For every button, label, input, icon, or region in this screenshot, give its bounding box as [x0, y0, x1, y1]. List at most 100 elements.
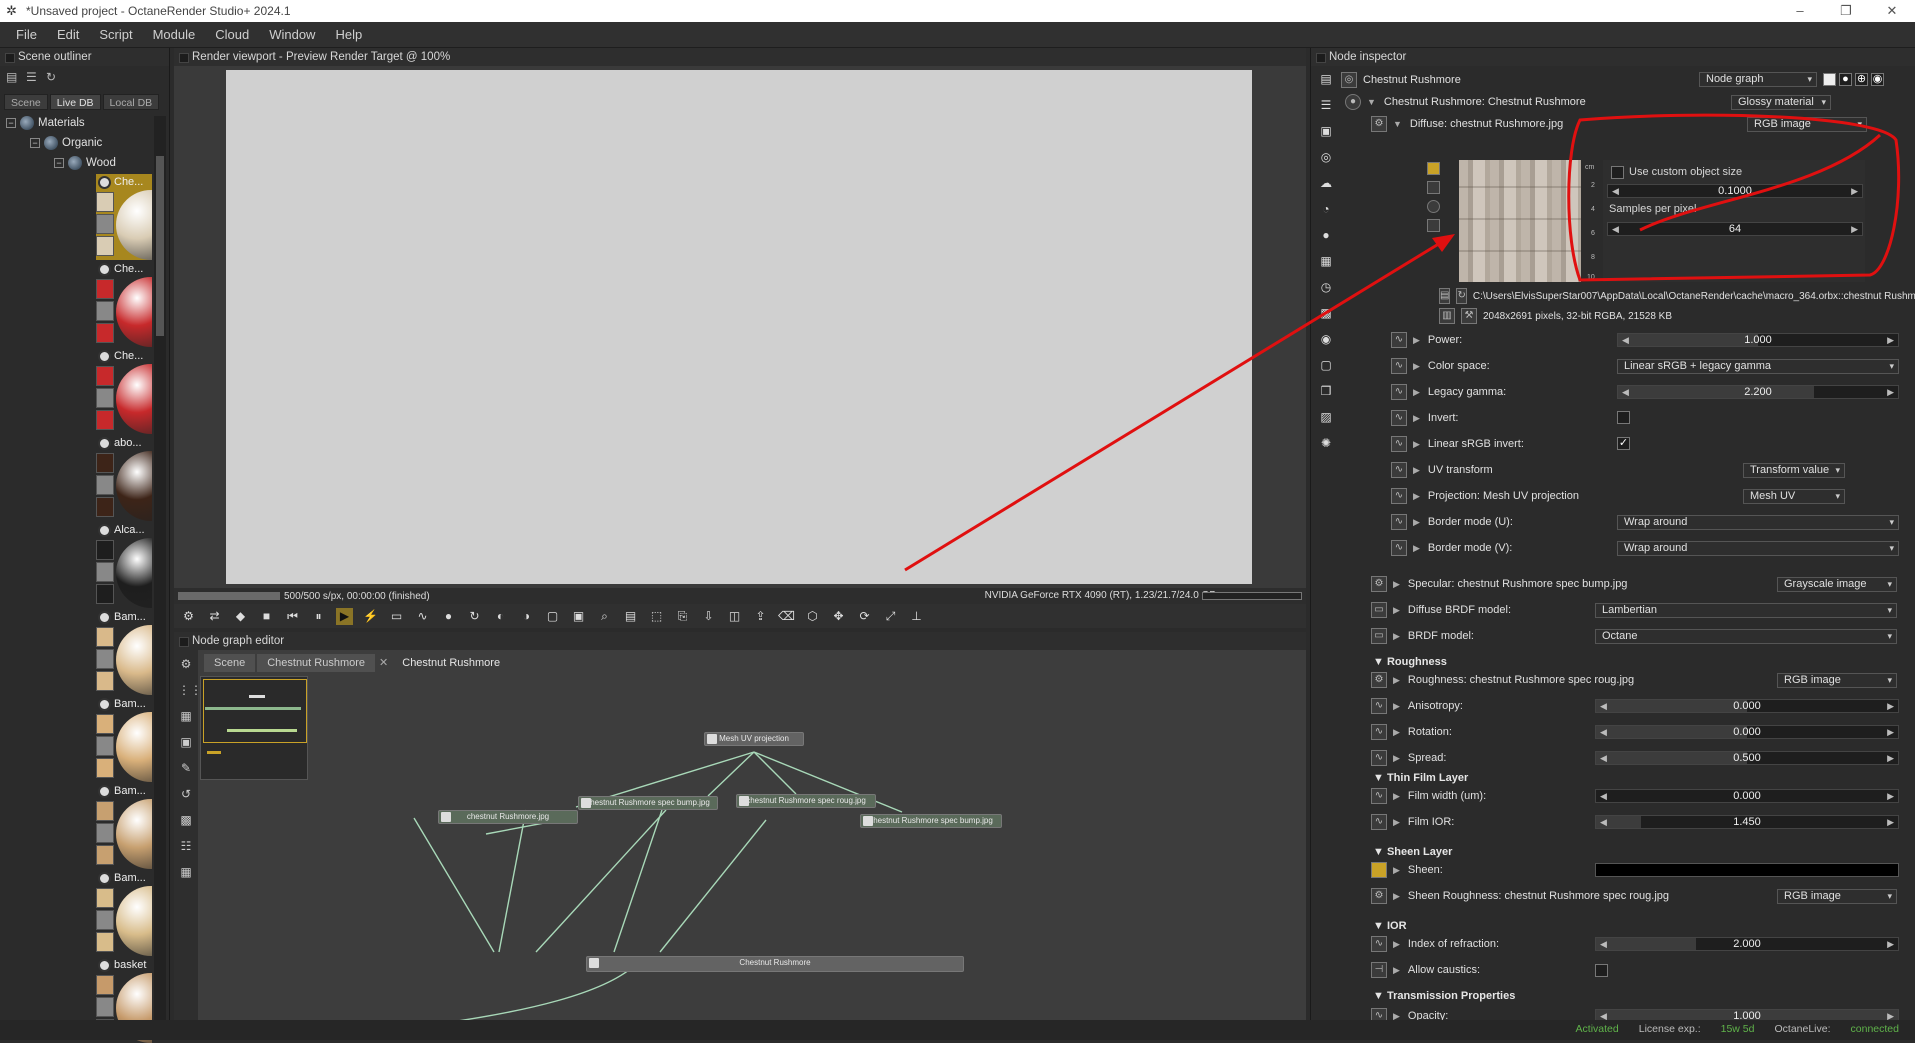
rgb-channel-icon[interactable]: [1427, 162, 1440, 175]
expand-arrow-icon[interactable]: ▶: [1393, 865, 1400, 876]
minimize-button[interactable]: –: [1777, 0, 1823, 22]
brdf-dropdown[interactable]: Octane: [1595, 629, 1897, 644]
open-file-icon[interactable]: ▤: [1439, 288, 1451, 304]
compare-icon[interactable]: ◫: [726, 608, 743, 625]
alpha-channel-icon[interactable]: [1427, 181, 1440, 194]
cube-color-icon[interactable]: ◆: [232, 608, 249, 625]
sphere-icon[interactable]: ◉: [1317, 330, 1335, 348]
render-canvas[interactable]: [226, 70, 1252, 584]
grid-icon[interactable]: ▩: [1317, 304, 1335, 322]
display-icon[interactable]: ▭: [388, 608, 405, 625]
node-texture-spec-bump[interactable]: chestnut Rushmore spec bump.jpg: [578, 796, 718, 810]
outliner-refresh-icon[interactable]: ↻: [46, 70, 60, 84]
expand-arrow-icon[interactable]: ▶: [1393, 605, 1400, 616]
expand-arrow-icon[interactable]: ▶: [1413, 387, 1420, 398]
collapse-icon[interactable]: −: [30, 138, 40, 148]
specular-row[interactable]: ⚙ ▶ Specular: chestnut Rushmore spec bum…: [1371, 574, 1627, 594]
node-mesh-uv-projection[interactable]: Mesh UV projection: [704, 732, 804, 746]
menu-file[interactable]: File: [6, 27, 47, 42]
param-row[interactable]: ∿ ▶ Film IOR:: [1371, 812, 1454, 832]
param-slider[interactable]: ◀ 2.200 ▶: [1617, 385, 1899, 399]
expand-arrow-icon[interactable]: ▶: [1413, 335, 1420, 346]
tab-scene[interactable]: Scene: [4, 94, 48, 110]
menu-script[interactable]: Script: [89, 27, 142, 42]
expand-arrow-icon[interactable]: ▶: [1393, 675, 1400, 686]
param-slider[interactable]: ◀ 0.000 ▶: [1595, 699, 1899, 713]
expand-arrow-icon[interactable]: ▶: [1413, 465, 1420, 476]
film-region-icon[interactable]: ▣: [570, 608, 587, 625]
tab-local-db[interactable]: Local DB: [102, 94, 160, 110]
axis-gizmo-icon[interactable]: ⊥: [908, 608, 925, 625]
material-item[interactable]: Che...: [96, 174, 152, 260]
expand-arrow-icon[interactable]: ▶: [1393, 579, 1400, 590]
diffuse-texture-row[interactable]: ⚙ ▼ Diffuse: chestnut Rushmore.jpg: [1371, 114, 1563, 134]
options-icon[interactable]: ⊕: [1855, 73, 1868, 86]
material-item[interactable]: Alca...: [96, 522, 152, 608]
pick-focus-icon[interactable]: ◐: [492, 608, 509, 625]
param-row[interactable]: ∿ ▶ Border mode (V):: [1391, 538, 1512, 558]
view-mode-dropdown[interactable]: Node graph: [1699, 72, 1817, 87]
sheen-roughness-row[interactable]: ⚙ ▶ Sheen Roughness: chestnut Rushmore s…: [1371, 886, 1669, 906]
caustics-checkbox[interactable]: [1595, 964, 1608, 977]
custom-size-checkbox[interactable]: [1611, 166, 1624, 179]
tree-item-wood[interactable]: − Wood: [54, 154, 116, 172]
fps-icon[interactable]: ∿: [414, 608, 431, 625]
samples-slider[interactable]: ◀ 64 ▶: [1607, 222, 1863, 236]
material-item[interactable]: abo...: [96, 435, 152, 521]
material-item[interactable]: Bam...: [96, 609, 152, 695]
outliner-scrollbar[interactable]: [154, 116, 166, 1020]
sky-icon[interactable]: ◔: [1317, 200, 1335, 218]
tab-live-db[interactable]: Live DB: [49, 94, 101, 110]
copy-icon[interactable]: ⎘: [674, 608, 691, 625]
expand-arrow-icon[interactable]: ▶: [1413, 491, 1420, 502]
param-row[interactable]: ∿ ▶ Anisotropy:: [1371, 696, 1463, 716]
tree-item-materials[interactable]: − Materials: [6, 114, 85, 132]
menu-cloud[interactable]: Cloud: [205, 27, 259, 42]
octane-settings-icon[interactable]: ⚙: [180, 608, 197, 625]
param-dropdown[interactable]: Wrap around: [1617, 515, 1899, 530]
diffuse-brdf-dropdown[interactable]: Lambertian: [1595, 603, 1897, 618]
select-icon[interactable]: ⬚: [648, 608, 665, 625]
section-roughness[interactable]: ▼ Roughness: [1373, 656, 1447, 668]
param-row[interactable]: ∿ ▶ Power:: [1391, 330, 1462, 350]
wrench-icon[interactable]: ⚒: [1461, 308, 1477, 324]
roughness-type-dropdown[interactable]: RGB image: [1777, 673, 1897, 688]
roughness-row[interactable]: ⚙ ▶ Roughness: chestnut Rushmore spec ro…: [1371, 670, 1634, 690]
object-size-slider[interactable]: ◀ 0.1000 ▶: [1607, 184, 1863, 198]
material-item[interactable]: Che...: [96, 261, 152, 347]
param-row[interactable]: ∿ ▶ Legacy gamma:: [1391, 382, 1506, 402]
section-sheen[interactable]: ▼ Sheen Layer: [1373, 846, 1452, 858]
restart-button[interactable]: ⏮: [284, 608, 301, 625]
viewport-lock-icon[interactable]: ▤: [622, 608, 639, 625]
expand-arrow-icon[interactable]: ▶: [1393, 891, 1400, 902]
material-item[interactable]: Che...: [96, 348, 152, 434]
environment-icon[interactable]: ☁: [1317, 174, 1335, 192]
rotate-icon[interactable]: ↻: [466, 608, 483, 625]
param-checkbox[interactable]: [1617, 411, 1630, 424]
expand-arrow-icon[interactable]: ▶: [1413, 361, 1420, 372]
param-checkbox[interactable]: ✓: [1617, 437, 1630, 450]
param-slider[interactable]: ◀ 1.000 ▶: [1617, 333, 1899, 347]
outliner-list-icon[interactable]: ☰: [26, 70, 40, 84]
expand-arrow-icon[interactable]: ▶: [1393, 701, 1400, 712]
list-icon[interactable]: ☰: [1317, 96, 1335, 114]
sphere-preview-icon[interactable]: [1427, 200, 1440, 213]
link-icon[interactable]: ⇄: [206, 608, 223, 625]
brdf-row[interactable]: ▭ ▶ BRDF model:: [1371, 626, 1474, 646]
param-dropdown[interactable]: Mesh UV: [1743, 489, 1845, 504]
layers-icon[interactable]: ▤: [1317, 70, 1335, 88]
param-slider[interactable]: ◀ 0.500 ▶: [1595, 751, 1899, 765]
param-row[interactable]: ∿ ▶ Invert:: [1391, 408, 1459, 428]
sheen-row[interactable]: ▶ Sheen:: [1371, 860, 1443, 880]
section-thin-film[interactable]: ▼ Thin Film Layer: [1373, 772, 1468, 784]
pause-button[interactable]: ⏸: [310, 608, 327, 625]
reload-icon[interactable]: ↻: [1456, 288, 1467, 304]
close-button[interactable]: ✕: [1869, 0, 1915, 22]
material-header-row[interactable]: ● ▼ Chestnut Rushmore: Chestnut Rushmore: [1345, 92, 1586, 112]
region-icon[interactable]: ▢: [544, 608, 561, 625]
save-render-icon[interactable]: ⇩: [700, 608, 717, 625]
camera-icon[interactable]: ◎: [1317, 148, 1335, 166]
param-row[interactable]: ∿ ▶ UV transform: [1391, 460, 1493, 480]
collapse-icon[interactable]: −: [54, 158, 64, 168]
param-slider[interactable]: ◀ 0.000 ▶: [1595, 725, 1899, 739]
